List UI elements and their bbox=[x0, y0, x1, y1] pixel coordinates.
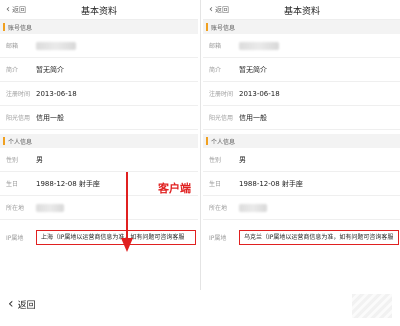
nav-bar: ‹ 返回 基本资料 bbox=[0, 0, 198, 20]
row-ip-location: IP属地 乌克兰（IP属地以运营商信息为准，如有问题可咨询客服 bbox=[203, 220, 400, 254]
watermark bbox=[352, 294, 392, 318]
redacted-value bbox=[239, 41, 279, 50]
field-label: 阳光信用 bbox=[209, 115, 234, 122]
field-label: 简介 bbox=[6, 67, 19, 74]
redacted-value bbox=[239, 203, 267, 212]
section-header-personal: 个人信息 bbox=[203, 134, 400, 148]
page-title: 基本资料 bbox=[80, 7, 117, 17]
right-profile-panel: ‹ 返回 基本资料 账号信息 邮箱 简介 暂无简介 注册时间 2013-06-1… bbox=[203, 0, 400, 254]
row-intro[interactable]: 简介 暂无简介 bbox=[203, 58, 400, 82]
field-label: 注册时间 bbox=[209, 91, 234, 98]
section-title: 账号信息 bbox=[211, 24, 236, 32]
ip-location-highlight: 上海（IP属地以运营商信息为准，如有问题可咨询客服 bbox=[36, 229, 196, 245]
ip-location-highlight: 乌克兰（IP属地以运营商信息为准，如有问题可咨询客服 bbox=[239, 229, 399, 245]
row-location[interactable]: 所在地 bbox=[0, 196, 198, 220]
row-location[interactable]: 所在地 bbox=[203, 196, 400, 220]
section-title: 个人信息 bbox=[211, 138, 236, 146]
section-accent-bar bbox=[206, 23, 208, 31]
section-header-account: 账号信息 bbox=[0, 20, 198, 34]
section-title: 账号信息 bbox=[8, 24, 33, 32]
row-register-time: 注册时间 2013-06-18 bbox=[203, 82, 400, 106]
field-label: 所在地 bbox=[6, 205, 25, 212]
bottom-back-button[interactable]: ‹ 返回 bbox=[8, 296, 36, 312]
panel-divider bbox=[200, 0, 201, 290]
field-value: 1988-12-08 射手座 bbox=[36, 179, 100, 188]
field-value: 男 bbox=[239, 155, 246, 164]
field-value: 暂无简介 bbox=[239, 65, 267, 74]
field-value: 男 bbox=[36, 155, 43, 164]
field-value: 信用一般 bbox=[239, 113, 267, 122]
nav-bar: ‹ 返回 基本资料 bbox=[203, 0, 400, 20]
field-label: 所在地 bbox=[209, 205, 228, 212]
row-intro[interactable]: 简介 暂无简介 bbox=[0, 58, 198, 82]
row-email[interactable]: 邮箱 bbox=[203, 34, 400, 58]
redacted-value bbox=[36, 203, 64, 212]
field-value: 2013-06-18 bbox=[239, 89, 280, 98]
section-header-personal: 个人信息 bbox=[0, 134, 198, 148]
field-label: 生日 bbox=[6, 181, 19, 188]
row-credit[interactable]: 阳光信用 信用一般 bbox=[203, 106, 400, 130]
field-label: 生日 bbox=[209, 181, 222, 188]
redacted-value bbox=[36, 41, 76, 50]
field-label: 阳光信用 bbox=[6, 115, 31, 122]
page-title: 基本资料 bbox=[283, 7, 320, 17]
section-accent-bar bbox=[206, 137, 208, 145]
field-value: 暂无简介 bbox=[36, 65, 64, 74]
field-value: 信用一般 bbox=[36, 113, 64, 122]
section-title: 个人信息 bbox=[8, 138, 33, 146]
row-gender[interactable]: 性别 男 bbox=[0, 148, 198, 172]
field-label: 邮箱 bbox=[209, 43, 222, 50]
section-accent-bar bbox=[3, 23, 5, 31]
row-email[interactable]: 邮箱 bbox=[0, 34, 198, 58]
field-label: IP属地 bbox=[6, 234, 24, 242]
section-accent-bar bbox=[3, 137, 5, 145]
field-value: 1988-12-08 射手座 bbox=[239, 179, 303, 188]
row-register-time: 注册时间 2013-06-18 bbox=[0, 82, 198, 106]
field-label: 邮箱 bbox=[6, 43, 19, 50]
field-label: 简介 bbox=[209, 67, 222, 74]
chevron-left-icon: ‹ bbox=[8, 296, 14, 312]
red-arrow-icon bbox=[121, 172, 133, 252]
section-header-account: 账号信息 bbox=[203, 20, 400, 34]
field-value: 2013-06-18 bbox=[36, 89, 77, 98]
field-label: 性别 bbox=[209, 157, 222, 164]
row-birthday[interactable]: 生日 1988-12-08 射手座 bbox=[203, 172, 400, 196]
field-label: 注册时间 bbox=[6, 91, 31, 98]
annotation-label: 客户端 bbox=[158, 182, 191, 195]
row-credit[interactable]: 阳光信用 信用一般 bbox=[0, 106, 198, 130]
left-profile-panel: ‹ 返回 基本资料 账号信息 邮箱 简介 暂无简介 注册时间 2013-06-1… bbox=[0, 0, 198, 254]
field-label: 性别 bbox=[6, 157, 19, 164]
back-label: 返回 bbox=[17, 300, 36, 311]
field-label: IP属地 bbox=[209, 234, 227, 242]
row-gender[interactable]: 性别 男 bbox=[203, 148, 400, 172]
row-ip-location: IP属地 上海（IP属地以运营商信息为准，如有问题可咨询客服 bbox=[0, 220, 198, 254]
